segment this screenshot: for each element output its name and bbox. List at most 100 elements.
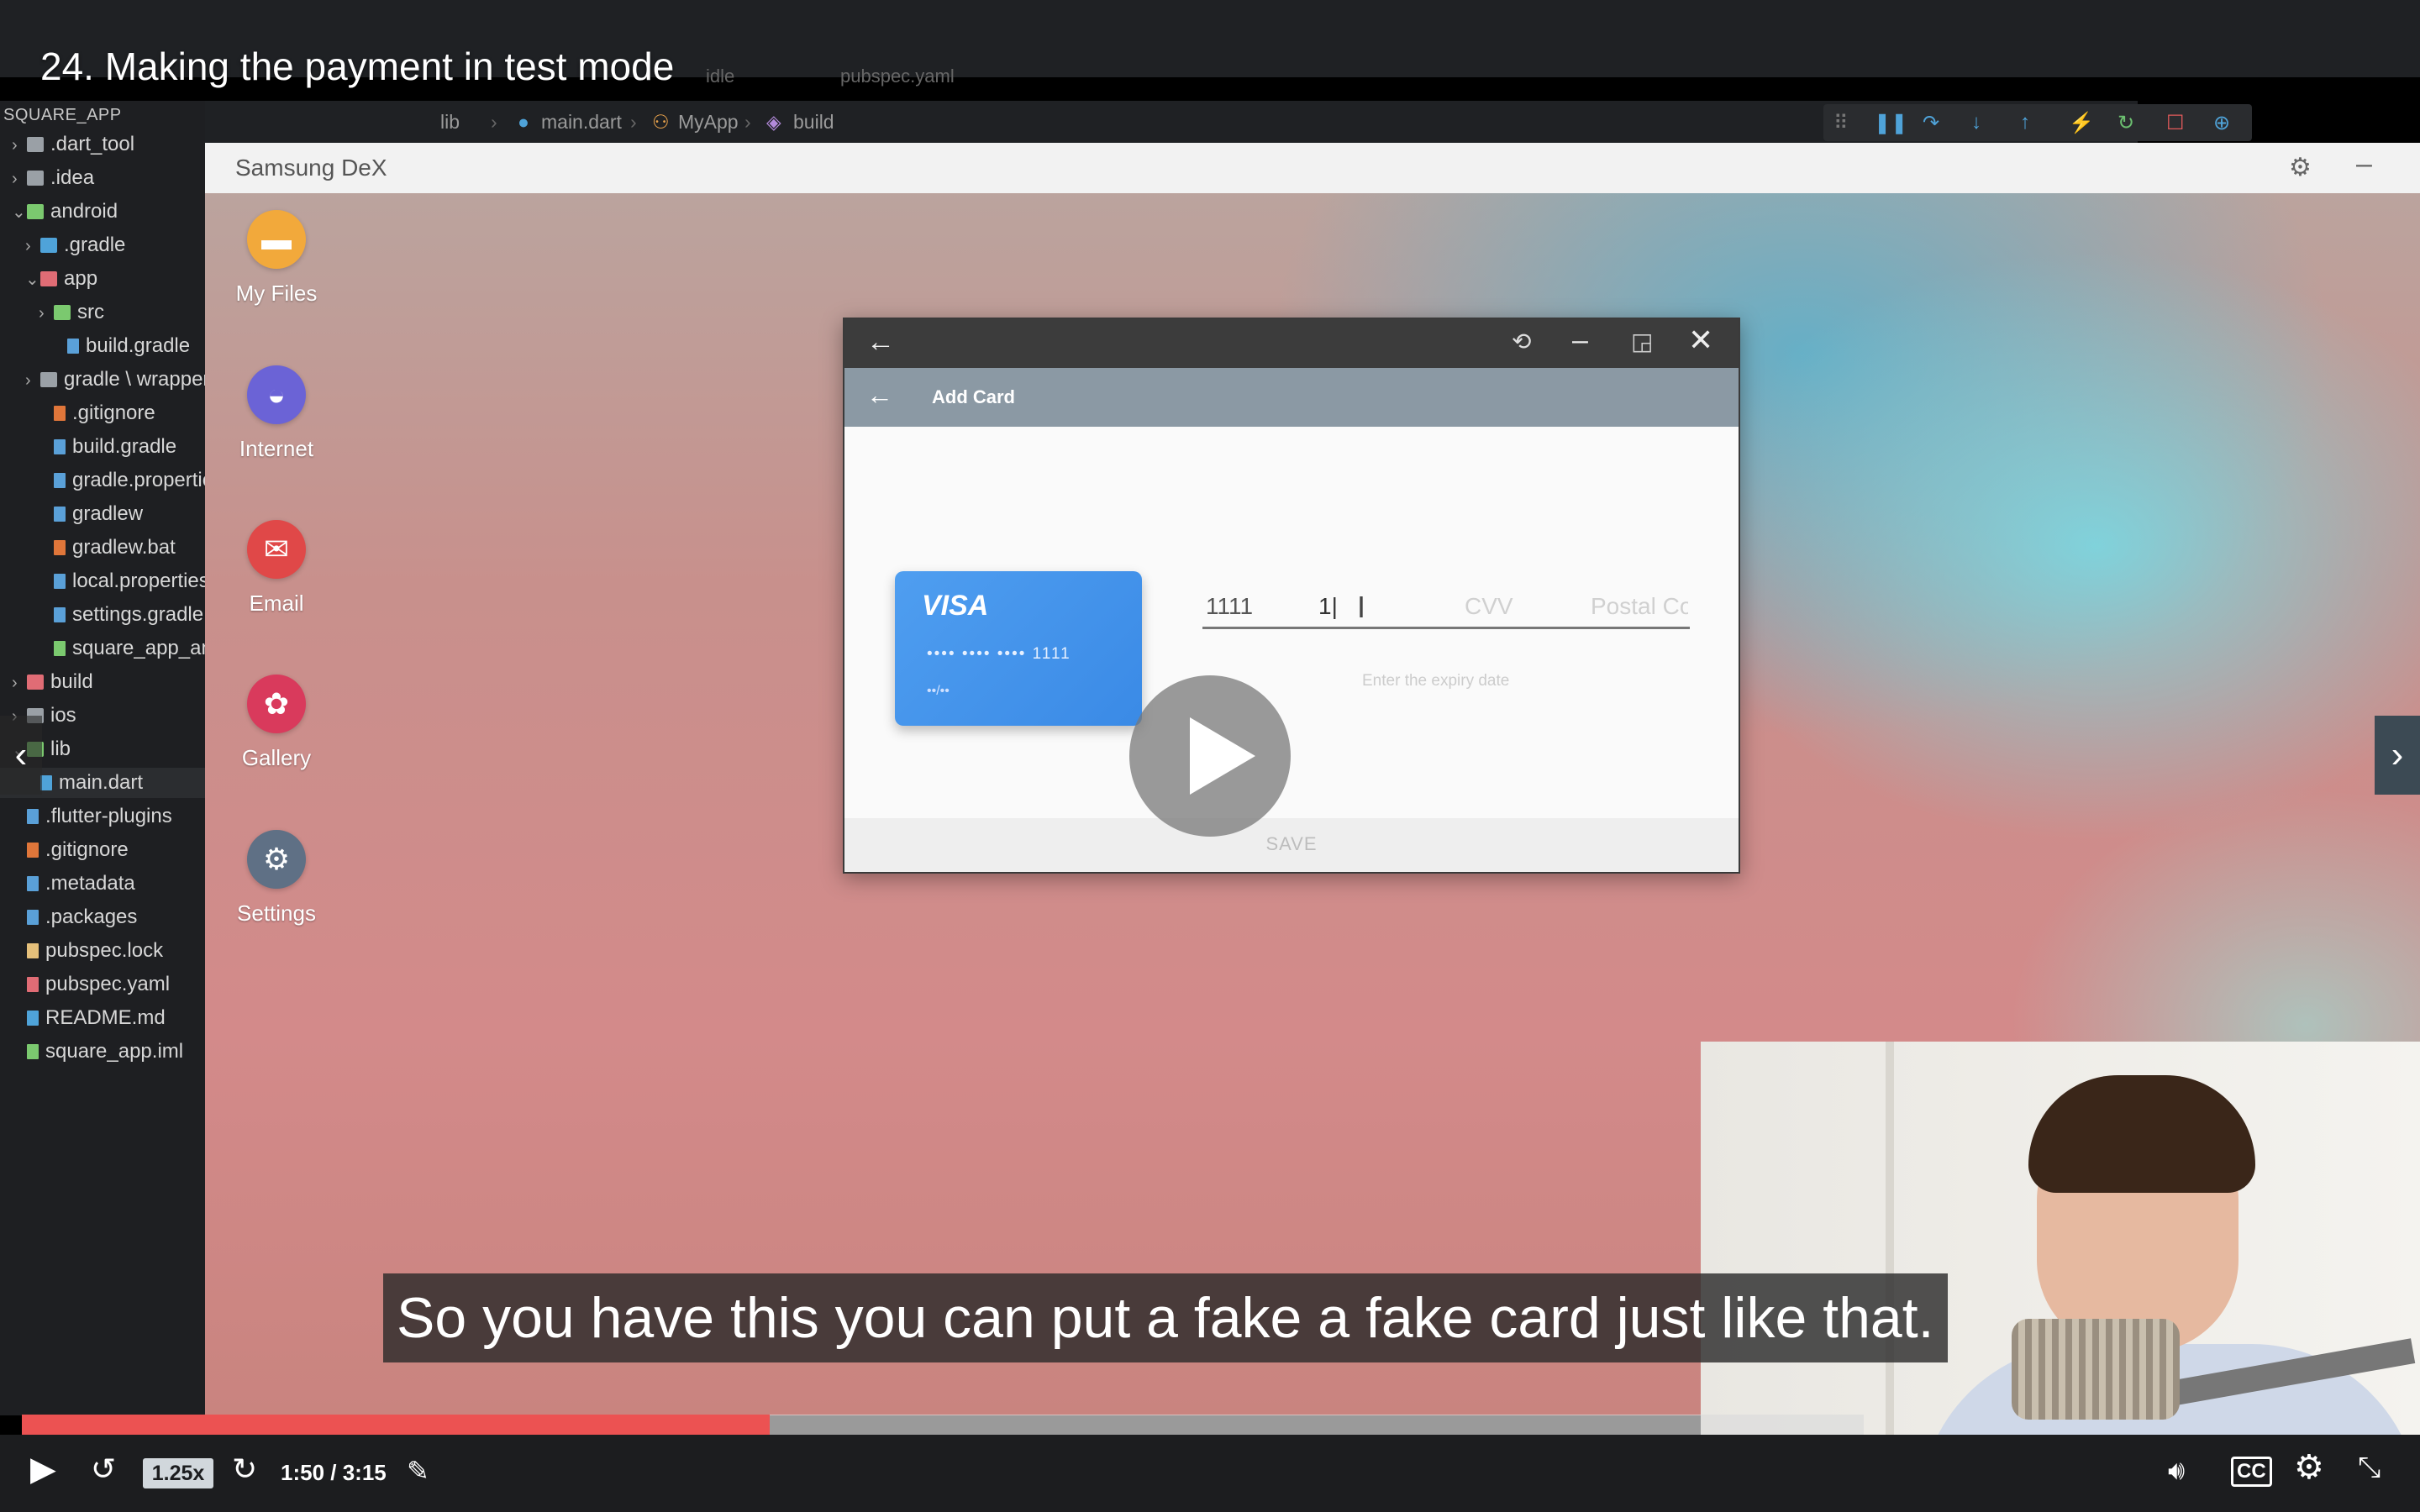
inspect-icon[interactable]: ⊕: [2213, 111, 2230, 135]
chevron-down-icon[interactable]: ⌄: [12, 197, 27, 228]
step-over-icon[interactable]: ↷: [1923, 111, 1939, 135]
progress-fill: [22, 1415, 770, 1435]
breadcrumb-item[interactable]: MyApp: [678, 111, 739, 134]
tree-item[interactable]: pubspec.yaml: [0, 969, 205, 1000]
play-icon[interactable]: ▶: [30, 1450, 56, 1488]
tree-item-label: .packages: [45, 906, 138, 928]
closed-captions-icon[interactable]: CC: [2231, 1457, 2272, 1487]
tree-item[interactable]: square_app_android.iml: [0, 633, 205, 664]
playback-speed-button[interactable]: 1.25x: [143, 1458, 213, 1488]
hot-reload-icon[interactable]: ⚡: [2069, 111, 2094, 135]
restart-icon[interactable]: ↻: [2118, 111, 2134, 135]
play-overlay-button[interactable]: [1129, 675, 1291, 837]
tree-item[interactable]: pubspec.lock: [0, 936, 205, 966]
tree-item[interactable]: › .idea: [0, 163, 205, 193]
file-icon: [27, 943, 39, 958]
file-icon: [54, 406, 66, 421]
tree-item[interactable]: › .gradle: [0, 230, 205, 260]
dex-app-gallery[interactable]: ✿ Gallery: [222, 675, 331, 771]
cvv-input[interactable]: CVV: [1465, 593, 1513, 620]
gear-icon[interactable]: ⚙: [2289, 153, 2312, 182]
tree-item[interactable]: .gitignore: [0, 835, 205, 865]
file-icon: [27, 1044, 39, 1059]
tree-item-label: android: [50, 200, 118, 223]
chevron-right-icon[interactable]: ›: [12, 130, 27, 160]
chevron-right-icon[interactable]: ›: [12, 668, 27, 698]
previous-lecture-button[interactable]: ‹: [0, 716, 42, 795]
app-bar: ← Add Card: [844, 368, 1739, 427]
folder-icon: [40, 372, 57, 387]
file-icon: [27, 977, 39, 992]
gear-icon[interactable]: ⚙: [2294, 1448, 2324, 1487]
volume-icon[interactable]: 🔊︎: [2168, 1455, 2185, 1487]
ide-tab[interactable]: idle: [706, 66, 734, 87]
tree-item[interactable]: .metadata: [0, 869, 205, 899]
tree-item-label: .dart_tool: [50, 133, 135, 155]
dex-app-internet[interactable]: ◒ Internet: [222, 365, 331, 462]
tree-item[interactable]: local.properties: [0, 566, 205, 596]
chevron-right-icon[interactable]: ›: [25, 365, 40, 396]
chevron-left-icon: ‹: [14, 734, 28, 775]
gear-icon: ⚙: [247, 830, 306, 889]
tree-item[interactable]: .packages: [0, 902, 205, 932]
progress-bar[interactable]: [22, 1415, 1864, 1435]
chevron-right-icon: ›: [2391, 734, 2404, 775]
chevron-right-icon[interactable]: ›: [25, 231, 40, 261]
rewind-icon[interactable]: ↺: [91, 1452, 116, 1487]
tree-item-label: local.properties: [72, 570, 205, 592]
tree-item[interactable]: square_app.iml: [0, 1037, 205, 1067]
minimize-icon[interactable]: –: [1572, 324, 1588, 357]
exit-fullscreen-icon[interactable]: ⤡: [2358, 1452, 2381, 1484]
tree-item[interactable]: ⌄ android: [0, 197, 205, 227]
drag-handle-icon[interactable]: ⠿: [1833, 111, 1849, 135]
chevron-right-icon[interactable]: ›: [39, 298, 54, 328]
tree-item[interactable]: › gradle \ wrapper: [0, 365, 205, 395]
tree-item[interactable]: README.md: [0, 1003, 205, 1033]
tree-item[interactable]: .gitignore: [0, 398, 205, 428]
expiry-input[interactable]: 1|: [1318, 593, 1338, 620]
tree-item[interactable]: gradle.properties: [0, 465, 205, 496]
breadcrumb-separator: ›: [491, 111, 497, 133]
maximize-icon[interactable]: ◲: [1631, 328, 1653, 355]
tree-item[interactable]: › .dart_tool: [0, 129, 205, 160]
tree-item[interactable]: gradlew.bat: [0, 533, 205, 563]
minimize-icon[interactable]: –: [2356, 148, 2372, 181]
tree-item[interactable]: build.gradle: [0, 331, 205, 361]
postal-code-input[interactable]: Postal Co: [1591, 593, 1688, 620]
time-display: 1:50 / 3:15: [281, 1460, 387, 1485]
stop-icon[interactable]: ☐: [2166, 111, 2185, 135]
tree-item[interactable]: settings.gradle: [0, 600, 205, 630]
chevron-down-icon[interactable]: ⌄: [25, 265, 40, 295]
ide-tab[interactable]: pubspec.yaml: [840, 66, 955, 87]
class-icon: ⚇: [652, 111, 670, 133]
rotate-icon[interactable]: ⟲: [1512, 328, 1531, 355]
pause-icon[interactable]: ❚❚: [1874, 111, 1907, 135]
next-lecture-button[interactable]: ›: [2375, 716, 2420, 795]
tree-item[interactable]: › src: [0, 297, 205, 328]
tree-item[interactable]: build.gradle: [0, 432, 205, 462]
tree-item-label: main.dart: [59, 771, 144, 794]
save-button[interactable]: SAVE: [844, 833, 1739, 855]
tree-item-label: square_app_android.iml: [72, 637, 205, 659]
card-input-field[interactable]: 1111 1| I CVV Postal Co: [1202, 588, 1690, 629]
dex-app-settings[interactable]: ⚙ Settings: [222, 830, 331, 927]
step-out-icon[interactable]: ↑: [2020, 111, 2030, 134]
dex-app-label: Email: [249, 591, 304, 616]
tree-item[interactable]: gradlew: [0, 499, 205, 529]
tree-item[interactable]: › build: [0, 667, 205, 697]
close-icon[interactable]: ✕: [1688, 323, 1713, 358]
back-arrow-icon[interactable]: ←: [866, 380, 893, 411]
tree-item[interactable]: ⌄ app: [0, 264, 205, 294]
breadcrumb-item[interactable]: build: [793, 111, 834, 134]
back-arrow-icon[interactable]: ←: [866, 326, 895, 359]
card-number-input[interactable]: 1111: [1206, 593, 1253, 620]
forward-icon[interactable]: ↻: [232, 1452, 257, 1487]
breadcrumb-item[interactable]: lib: [440, 111, 460, 134]
dex-app-email[interactable]: ✉ Email: [222, 520, 331, 617]
breadcrumb-item[interactable]: main.dart: [541, 111, 622, 134]
notes-icon[interactable]: ✎: [407, 1455, 429, 1487]
chevron-right-icon[interactable]: ›: [12, 164, 27, 194]
tree-item[interactable]: .flutter-plugins: [0, 801, 205, 832]
dex-app-my-files[interactable]: ▬ My Files: [222, 210, 331, 307]
step-into-icon[interactable]: ↓: [1971, 111, 1981, 134]
